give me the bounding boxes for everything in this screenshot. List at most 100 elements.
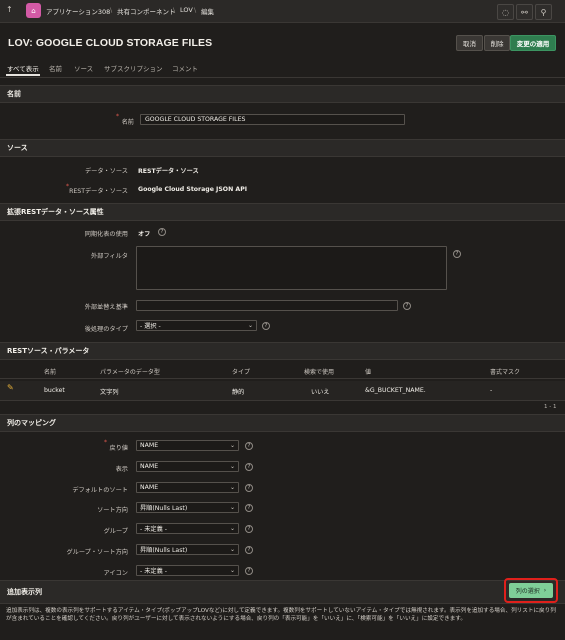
sync-table-label: 同期化表の使用 xyxy=(84,231,128,238)
display-value: NAME xyxy=(140,463,159,470)
chat-icon[interactable]: ◌ xyxy=(497,4,514,20)
page-title: LOV: GOOGLE CLOUD STORAGE FILES xyxy=(8,37,213,49)
param-type: 静的 xyxy=(232,389,245,396)
divider xyxy=(0,400,565,401)
help-icon[interactable]: ? xyxy=(245,567,253,575)
return-value-label: 戻り値 xyxy=(109,445,128,452)
default-sort-label: デフォルトのソート xyxy=(72,487,128,494)
breadcrumb-separator: \ xyxy=(194,6,197,14)
col-header-format-mask: 書式マスク xyxy=(490,369,521,376)
tab-name[interactable]: 名前 xyxy=(49,63,62,73)
section-title-advanced: 拡張RESTデータ・ソース属性 xyxy=(7,208,104,216)
post-processing-value: - 選択 - xyxy=(140,323,161,330)
rest-source-label: RESTデータ・ソース xyxy=(69,188,128,195)
default-sort-select[interactable]: NAME ⌄ xyxy=(136,482,239,493)
external-filter-textarea[interactable] xyxy=(136,246,447,290)
section-header-additional xyxy=(0,580,565,604)
section-header-source xyxy=(0,139,565,157)
breadcrumb-separator: \ xyxy=(110,6,113,14)
data-source-value: RESTデータ・ソース xyxy=(138,168,199,175)
help-icon[interactable]: ? xyxy=(262,322,270,330)
chevron-down-icon: ⌄ xyxy=(229,504,235,511)
help-icon[interactable]: ? xyxy=(245,442,253,450)
tab-source[interactable]: ソース xyxy=(74,63,93,73)
additional-description: 追加表示列は、複数の表示列をサポートするアイテム・タイプ(ポップアップLOVなど… xyxy=(6,608,556,622)
cancel-button[interactable]: 取消 xyxy=(456,35,483,51)
back-arrow-icon[interactable]: ↑ xyxy=(6,5,13,14)
tab-subscription[interactable]: サブスクリプション xyxy=(104,63,163,73)
link-icon[interactable]: ⚯ xyxy=(516,4,533,20)
param-value: &G_BUCKET_NAME. xyxy=(365,387,426,394)
section-title-source: ソース xyxy=(7,144,28,152)
help-icon[interactable]: ? xyxy=(403,302,411,310)
section-title-additional: 追加表示列 xyxy=(7,588,42,596)
post-processing-select[interactable]: - 選択 - ⌄ xyxy=(136,320,257,331)
help-icon[interactable]: ? xyxy=(158,228,166,236)
chevron-down-icon: ⌄ xyxy=(229,546,235,553)
app-icon[interactable]: ⌂ xyxy=(26,3,41,18)
help-icon[interactable]: ? xyxy=(245,504,253,512)
sync-table-value[interactable]: オフ xyxy=(138,229,150,238)
apply-changes-button[interactable]: 変更の適用 xyxy=(510,35,556,51)
post-processing-label: 後処理のタイプ xyxy=(84,326,128,333)
icon-select[interactable]: - 未定義 - ⌄ xyxy=(136,565,239,576)
pagination-text: 1 - 1 xyxy=(544,404,557,410)
help-icon[interactable]: ? xyxy=(245,463,253,471)
chevron-down-icon: ⌄ xyxy=(229,567,235,574)
display-label: 表示 xyxy=(115,466,128,473)
divider xyxy=(0,77,565,78)
help-icon[interactable]: ? xyxy=(453,250,461,258)
return-value-select[interactable]: NAME ⌄ xyxy=(136,440,239,451)
icon-label: アイコン xyxy=(103,570,128,577)
name-label: 名前 xyxy=(121,119,134,126)
col-header-search: 検索で使用 xyxy=(304,369,335,376)
rest-source-value[interactable]: Google Cloud Storage JSON API xyxy=(138,186,247,193)
breadcrumb-edit: 編集 xyxy=(201,8,214,16)
col-header-name: 名前 xyxy=(44,369,57,376)
section-header-name xyxy=(0,85,565,103)
table-header-divider xyxy=(0,378,565,379)
breadcrumb-lov[interactable]: LOV xyxy=(180,6,193,14)
sort-direction-select[interactable]: 昇順(Nulls Last) ⌄ xyxy=(136,502,239,513)
breadcrumb-shared-components[interactable]: 共有コンポーネント xyxy=(117,6,176,16)
tab-comment[interactable]: コメント xyxy=(172,63,198,73)
table-row[interactable] xyxy=(0,381,565,400)
chevron-down-icon: ⌄ xyxy=(229,463,235,470)
default-sort-value: NAME xyxy=(140,484,159,491)
return-value-value: NAME xyxy=(140,442,159,449)
sort-direction-label: ソート方向 xyxy=(97,507,128,514)
sort-direction-value: 昇順(Nulls Last) xyxy=(140,505,188,512)
edit-pencil-icon[interactable]: ✎ xyxy=(7,383,14,392)
group-sort-direction-value: 昇順(Nulls Last) xyxy=(140,547,188,554)
external-order-input[interactable] xyxy=(136,300,398,311)
chevron-right-icon: › xyxy=(543,587,547,594)
help-icon[interactable]: ? xyxy=(245,546,253,554)
data-source-label: データ・ソース xyxy=(84,168,128,175)
section-header-mapping xyxy=(0,414,565,432)
param-datatype: 文字列 xyxy=(100,389,119,396)
hierarchy-icon[interactable]: ⚲ xyxy=(535,4,552,20)
chevron-down-icon: ⌄ xyxy=(247,322,253,329)
section-title-name: 名前 xyxy=(7,90,21,98)
col-header-type: タイプ xyxy=(232,369,251,376)
name-input[interactable]: GOOGLE CLOUD STORAGE FILES xyxy=(140,114,405,125)
group-value: - 未定義 - xyxy=(140,526,167,533)
section-title-mapping: 列のマッピング xyxy=(7,419,56,427)
select-columns-button[interactable]: 列の選択 › xyxy=(509,583,553,598)
group-sort-direction-select[interactable]: 昇順(Nulls Last) ⌄ xyxy=(136,544,239,555)
group-select[interactable]: - 未定義 - ⌄ xyxy=(136,523,239,534)
group-label: グループ xyxy=(103,528,128,535)
chevron-down-icon: ⌄ xyxy=(229,484,235,491)
active-tab-indicator xyxy=(6,74,40,76)
external-filter-label: 外部フィルタ xyxy=(90,253,128,260)
display-select[interactable]: NAME ⌄ xyxy=(136,461,239,472)
help-icon[interactable]: ? xyxy=(245,484,253,492)
delete-button[interactable]: 削除 xyxy=(484,35,510,51)
group-sort-direction-label: グループ・ソート方向 xyxy=(66,549,128,556)
param-search: いいえ xyxy=(311,389,330,396)
chevron-down-icon: ⌄ xyxy=(229,525,235,532)
breadcrumb-app[interactable]: アプリケーション308 xyxy=(46,6,110,16)
help-icon[interactable]: ? xyxy=(245,525,253,533)
tab-show-all[interactable]: すべて表示 xyxy=(7,63,39,73)
select-columns-label: 列の選択 xyxy=(515,588,540,595)
